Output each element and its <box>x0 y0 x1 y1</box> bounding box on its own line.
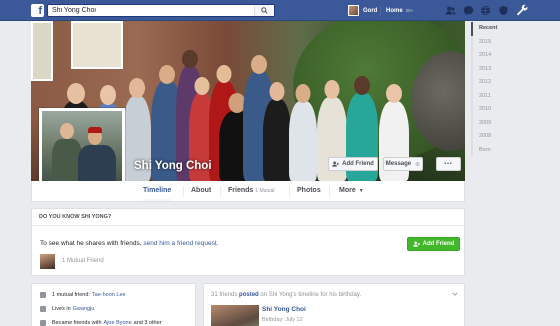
facebook-logo[interactable]: f <box>31 4 44 17</box>
birthday-photo[interactable] <box>211 305 259 326</box>
posted-link[interactable]: posted <box>239 292 259 298</box>
year-2011[interactable]: 2011 <box>471 89 511 103</box>
settings-icon[interactable] <box>516 4 529 17</box>
became-friends-link[interactable]: Ajoe Byone <box>104 320 132 326</box>
tab-photos-label: Photos <box>297 187 321 194</box>
profile-person-body <box>78 145 116 181</box>
lives-in-row: Lives in Gwangju <box>40 306 94 312</box>
year-2008[interactable]: 2008 <box>471 130 511 144</box>
year-2010[interactable]: 2010 <box>471 103 511 117</box>
tab-more-label: More <box>339 187 356 194</box>
timeline-years-nav: Recent 2015 2014 2013 2012 2011 2010 200… <box>471 22 511 157</box>
more-options-button[interactable]: ••• <box>436 157 461 171</box>
chevron-down-icon: ▼ <box>358 188 364 194</box>
year-2012[interactable]: 2012 <box>471 76 511 90</box>
person <box>289 84 317 181</box>
search-box <box>47 4 275 17</box>
tab-divider <box>183 186 184 197</box>
tab-divider <box>220 186 221 197</box>
friend-requests-icon[interactable] <box>445 5 456 16</box>
mutual-friend-avatar[interactable] <box>40 254 55 269</box>
profile-name[interactable]: Shi Yong Choi <box>134 160 212 172</box>
tab-about-label: About <box>191 187 212 194</box>
profile-picture[interactable] <box>39 108 125 181</box>
mutual-friend-prefix: 1 mutual friend: <box>52 292 90 298</box>
birthday-post-card: 31 friends posted on Shi Yong's timeline… <box>203 283 465 326</box>
search-button[interactable] <box>254 5 274 16</box>
timeline-nav: Timeline About Friends 1 Mutual Photos Mo… <box>31 181 465 202</box>
add-friend-green-button[interactable]: Add Friend <box>407 237 460 251</box>
year-recent[interactable]: Recent <box>471 22 511 36</box>
post-author-name[interactable]: Shi Yong Choi <box>262 306 306 313</box>
mutual-friend-link[interactable]: Tae-hoon Lee <box>92 292 126 298</box>
prompt-prefix: To see what he shares with friends, <box>40 240 144 247</box>
person <box>263 82 291 181</box>
notifications-icon[interactable] <box>480 5 491 16</box>
search-input[interactable] <box>52 5 252 16</box>
lives-in-link[interactable]: Gwangju <box>73 306 95 312</box>
nav-divider <box>380 6 381 16</box>
intro-card: 1 mutual friend: Tae-hoon Lee Lives in Gwa… <box>31 283 196 326</box>
do-you-know-title: DO YOU KNOW SHI YONG? <box>32 209 464 226</box>
messages-icon[interactable] <box>463 5 474 16</box>
mutual-friend-row: 1 mutual friend: Tae-hoon Lee <box>40 292 126 298</box>
message-button[interactable]: Message ⊕ <box>383 157 423 171</box>
friends-count[interactable]: 31 friends <box>211 292 237 298</box>
became-friends-suffix: and 3 other <box>133 320 162 326</box>
message-label: Message <box>385 161 412 167</box>
tab-photos[interactable]: Photos <box>297 181 321 201</box>
prompt-suffix: . <box>216 240 219 247</box>
tab-friends[interactable]: Friends 1 Mutual <box>228 181 274 201</box>
year-2013[interactable]: 2013 <box>471 62 511 76</box>
tab-divider <box>289 186 290 197</box>
add-friend-green-label: Add Friend <box>422 241 455 247</box>
post-header: 31 friends posted on Shi Yong's timeline… <box>211 292 361 298</box>
home-icon <box>40 306 46 312</box>
house-window <box>71 21 123 69</box>
tab-friends-mutual-count: 1 Mutual <box>255 188 275 194</box>
friends-icon <box>40 292 46 298</box>
tab-friends-label: Friends <box>228 187 254 194</box>
home-label: Home <box>386 8 403 14</box>
lives-in-prefix: Lives in <box>52 306 71 312</box>
became-friends-row: Became friends with Ajoe Byone and 3 other <box>40 320 162 326</box>
add-friend-button[interactable]: Add Friend <box>328 157 378 171</box>
year-2014[interactable]: 2014 <box>471 49 511 63</box>
cover-photo[interactable]: Shi Yong Choi Add Friend Message ⊕ ••• <box>31 21 465 181</box>
add-friend-icon <box>332 161 340 167</box>
home-link[interactable]: Home 20+ <box>386 4 413 17</box>
house-door <box>31 21 53 81</box>
post-header-suffix: on Shi Yong's timeline for his birthday. <box>260 292 362 298</box>
became-friends-prefix: Became friends with <box>52 320 102 326</box>
privacy-icon[interactable] <box>498 5 509 16</box>
user-name: Gord <box>363 7 378 14</box>
chevron-down-icon[interactable] <box>452 291 458 297</box>
add-friend-label: Add Friend <box>342 161 374 167</box>
year-born[interactable]: Born <box>471 143 511 157</box>
tab-divider <box>329 186 330 197</box>
friends-icon <box>40 320 46 326</box>
search-icon <box>261 7 268 14</box>
tab-about[interactable]: About <box>191 181 211 201</box>
friend-request-prompt: To see what he shares with friends, send… <box>40 240 219 247</box>
home-count: 20+ <box>405 8 414 13</box>
user-profile-link[interactable]: Gord <box>348 4 377 17</box>
birthday-date: Birthday: July 12 <box>262 317 303 323</box>
tab-timeline[interactable]: Timeline <box>143 181 172 201</box>
do-you-know-card: DO YOU KNOW SHI YONG? To see what he sha… <box>31 208 465 276</box>
send-friend-request-link[interactable]: send him a friend request <box>143 240 216 247</box>
year-2015[interactable]: 2015 <box>471 35 511 49</box>
red-cap <box>88 127 102 133</box>
message-dropdown-indicator: ⊕ <box>415 161 421 168</box>
tab-timeline-label: Timeline <box>143 187 172 194</box>
more-dots-icon: ••• <box>444 161 453 167</box>
mutual-friend-count[interactable]: 1 Mutual Friend <box>62 258 104 264</box>
top-nav-bar: f Gord Home20+ <box>0 0 560 21</box>
tab-more[interactable]: More ▼ <box>339 181 364 201</box>
add-friend-icon <box>412 241 420 247</box>
year-2009[interactable]: 2009 <box>471 116 511 130</box>
profile-person-head <box>60 123 74 139</box>
user-avatar <box>348 5 359 16</box>
